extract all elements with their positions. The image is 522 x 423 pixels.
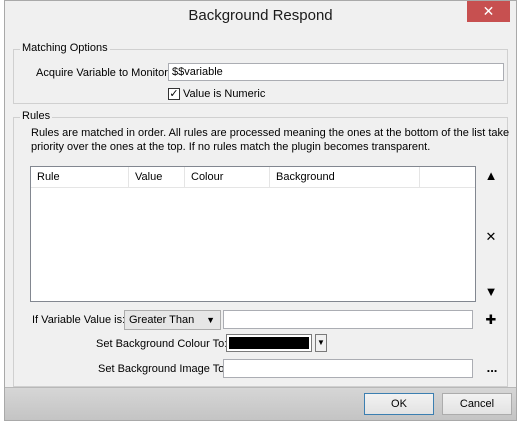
move-down-icon[interactable]: ▼ <box>484 285 498 299</box>
ok-button[interactable]: OK <box>364 393 434 415</box>
rules-description-line1: Rules are matched in order. All rules ar… <box>31 127 510 139</box>
chevron-down-icon: ▼ <box>206 315 215 325</box>
dialog-window: Background Respond ✕ Matching Options Ac… <box>4 0 517 421</box>
rules-description-line2: priority over the ones at the top. If no… <box>31 141 431 153</box>
column-header-value[interactable]: Value <box>129 167 185 187</box>
acquire-variable-label: Acquire Variable to Monitor: <box>36 67 171 79</box>
acquire-variable-input[interactable]: $$variable <box>168 63 504 81</box>
rules-title: Rules <box>20 110 53 122</box>
delete-icon[interactable]: ✕ <box>484 230 498 244</box>
dialog-title: Background Respond <box>188 7 333 24</box>
move-up-icon[interactable]: ▲ <box>484 169 498 183</box>
background-colour-picker[interactable] <box>226 334 312 352</box>
rules-list[interactable]: Rule Value Colour Background <box>30 166 476 302</box>
matching-options-title: Matching Options <box>20 42 110 54</box>
column-header-rule[interactable]: Rule <box>31 167 129 187</box>
dialog-footer: OK Cancel <box>5 387 516 420</box>
column-header-colour[interactable]: Colour <box>185 167 270 187</box>
title-bar: Background Respond ✕ <box>5 1 516 31</box>
comparison-selected-value: Greater Than <box>129 314 195 326</box>
add-rule-icon[interactable]: ✚ <box>484 313 498 327</box>
rules-list-header: Rule Value Colour Background <box>31 167 475 188</box>
colour-swatch <box>229 337 309 349</box>
if-variable-value-label: If Variable Value is: <box>32 314 126 326</box>
comparison-select[interactable]: Greater Than ▼ <box>124 310 221 330</box>
value-is-numeric-checkbox[interactable]: ✓ <box>168 88 180 100</box>
close-button[interactable]: ✕ <box>467 1 510 22</box>
column-header-background[interactable]: Background <box>270 167 420 187</box>
rule-value-input[interactable] <box>223 310 473 329</box>
cancel-button[interactable]: Cancel <box>442 393 512 415</box>
browse-image-button[interactable]: ... <box>483 361 501 375</box>
background-image-input[interactable] <box>223 359 473 378</box>
set-background-image-label: Set Background Image To: <box>98 363 228 375</box>
colour-dropdown-icon[interactable]: ▼ <box>315 334 327 352</box>
value-is-numeric-label: Value is Numeric <box>183 88 266 100</box>
set-background-colour-label: Set Background Colour To: <box>96 338 228 350</box>
